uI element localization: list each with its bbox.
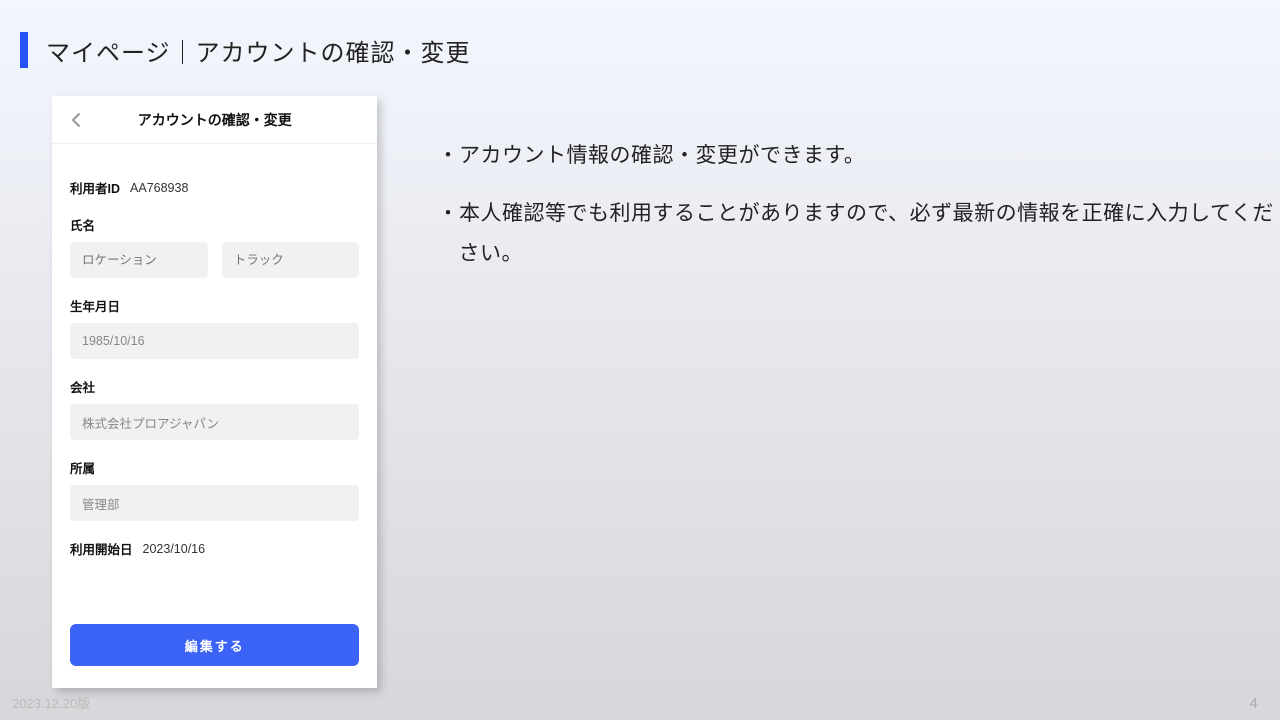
app-preview: アカウントの確認・変更 利用者ID AA768938 氏名 生年月日 会社 所属	[52, 96, 377, 688]
title-bar: マイページ｜アカウントの確認・変更	[0, 0, 1280, 68]
last-name-input[interactable]	[70, 242, 208, 278]
page-number: 4	[1250, 695, 1258, 712]
start-date-value: 2023/10/16	[143, 542, 206, 556]
desc-line-2: ・本人確認等でも利用することがありますので、必ず最新の情報を正確に入力してくださ…	[437, 194, 1280, 274]
app-header-title: アカウントの確認・変更	[138, 110, 292, 130]
page-title: マイページ｜アカウントの確認・変更	[46, 33, 471, 68]
chevron-left-icon	[70, 112, 82, 128]
name-label: 氏名	[70, 215, 359, 234]
company-input[interactable]	[70, 404, 359, 440]
back-button[interactable]	[68, 112, 84, 128]
accent-bar	[20, 32, 28, 68]
company-label: 会社	[70, 377, 359, 396]
start-date-label: 利用開始日	[70, 539, 133, 558]
first-name-input[interactable]	[222, 242, 360, 278]
edit-button[interactable]: 編集する	[70, 624, 359, 666]
dob-label: 生年月日	[70, 296, 359, 315]
start-date-row: 利用開始日 2023/10/16	[70, 539, 359, 558]
dept-input[interactable]	[70, 485, 359, 521]
user-id-value: AA768938	[130, 181, 188, 195]
version-label: 2023.12.20版	[12, 693, 90, 712]
dept-label: 所属	[70, 458, 359, 477]
description: ・アカウント情報の確認・変更ができます。 ・本人確認等でも利用することがあります…	[437, 96, 1280, 688]
app-header: アカウントの確認・変更	[52, 96, 377, 144]
user-id-label: 利用者ID	[70, 178, 120, 197]
dob-input[interactable]	[70, 323, 359, 359]
desc-line-1: ・アカウント情報の確認・変更ができます。	[437, 136, 1280, 176]
user-id-row: 利用者ID AA768938	[70, 178, 359, 197]
